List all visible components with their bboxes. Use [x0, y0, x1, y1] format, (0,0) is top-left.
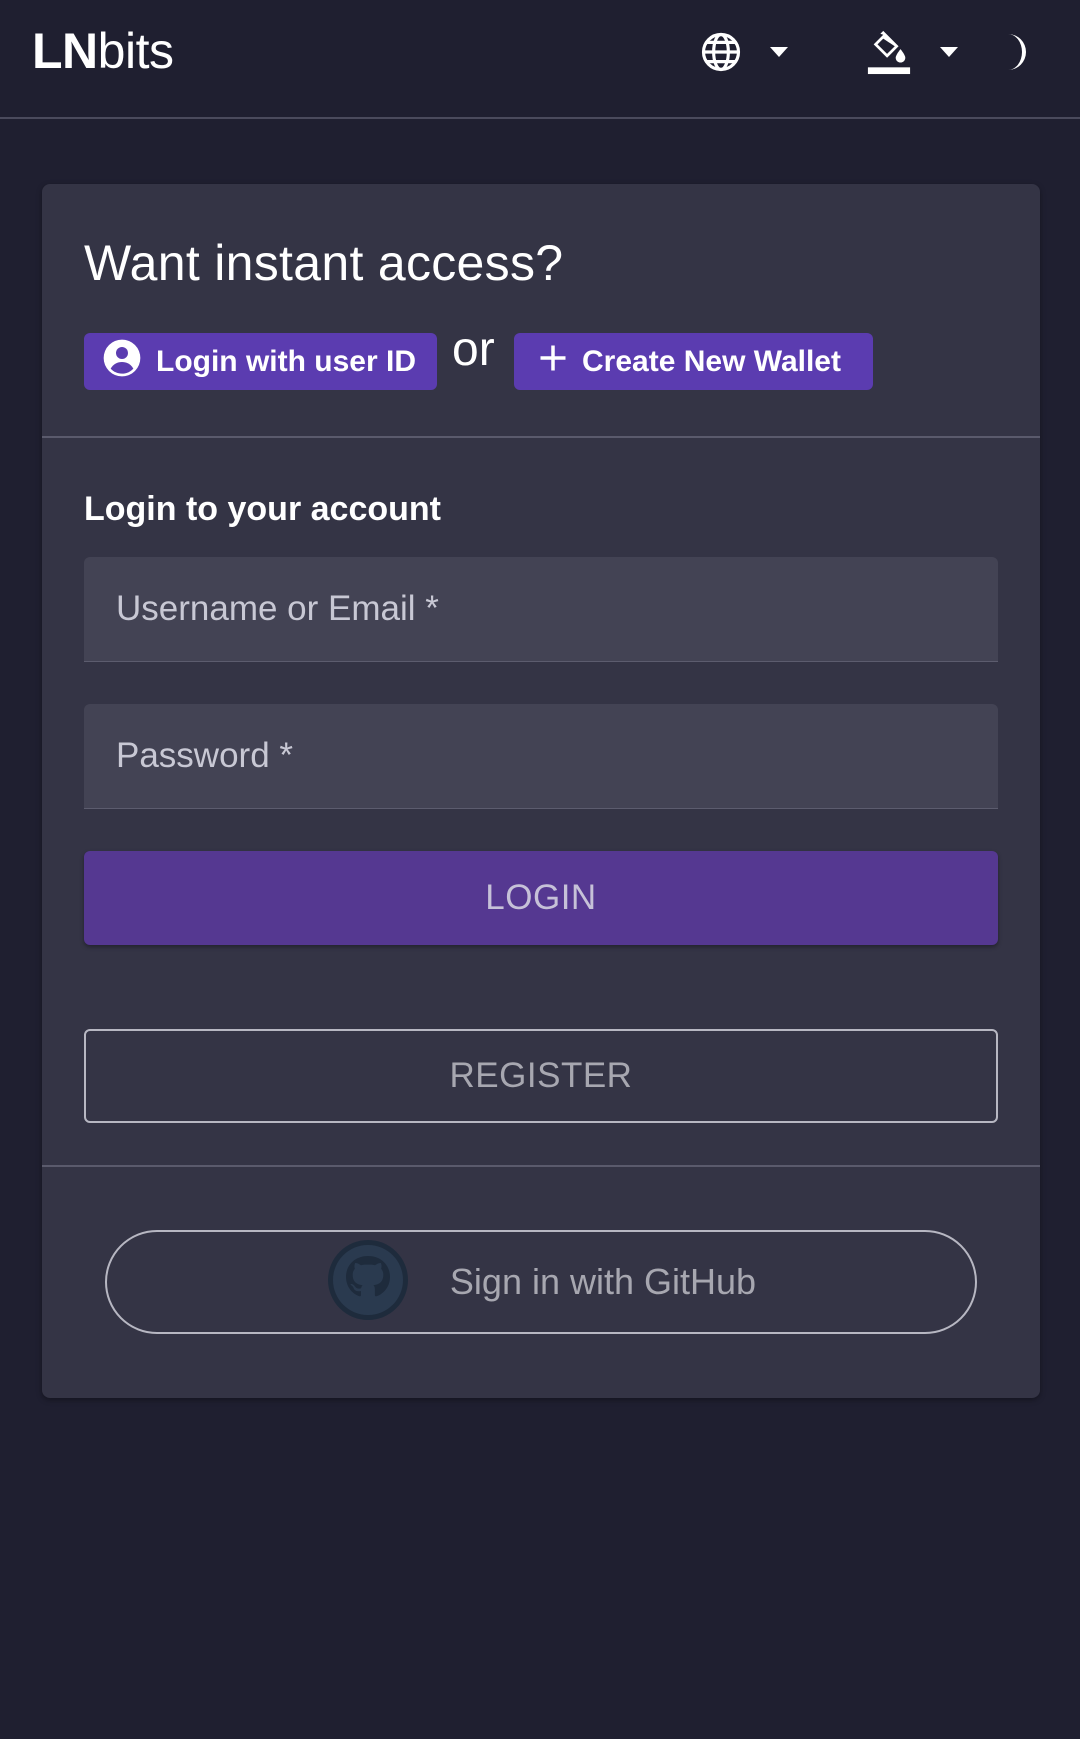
github-signin-label: Sign in with GitHub — [449, 1261, 757, 1302]
caret-down-icon — [938, 46, 960, 58]
username-field[interactable] — [84, 557, 998, 662]
caret-down-icon — [768, 46, 790, 58]
github-icon — [326, 1238, 410, 1327]
brand-logo-bold: LN — [32, 23, 98, 79]
instant-access-section: Want instant access? Login with user ID … — [42, 184, 1040, 438]
moon-icon — [1002, 32, 1032, 72]
login-button[interactable]: LOGIN — [84, 851, 998, 945]
login-form-section: Login to your account LOGIN REGISTER — [42, 440, 1040, 1167]
password-input[interactable] — [84, 704, 998, 808]
brand-logo[interactable]: LNbits — [32, 22, 174, 80]
register-button[interactable]: REGISTER — [84, 1029, 998, 1123]
globe-icon — [700, 31, 742, 73]
create-new-wallet-label: Create New Wallet — [582, 344, 841, 378]
instant-access-title: Want instant access? — [84, 235, 564, 291]
brand-logo-light: bits — [97, 23, 174, 79]
username-input[interactable] — [84, 557, 998, 661]
login-with-user-id-button[interactable]: Login with user ID — [84, 333, 437, 390]
plus-icon — [538, 343, 582, 381]
or-separator-text: or — [452, 323, 495, 376]
dark-mode-toggle[interactable] — [1002, 26, 1042, 78]
account-circle-icon — [102, 338, 156, 386]
login-form-title: Login to your account — [84, 490, 441, 528]
theme-color-button[interactable] — [866, 26, 976, 78]
login-with-user-id-label: Login with user ID — [156, 344, 416, 378]
github-signin-button[interactable]: Sign in with GitHub — [105, 1230, 977, 1334]
language-selector-button[interactable] — [700, 26, 810, 78]
create-new-wallet-button[interactable]: Create New Wallet — [514, 333, 873, 390]
login-card: Want instant access? Login with user ID … — [42, 184, 1040, 1398]
top-bar: LNbits — [0, 0, 1080, 119]
password-field[interactable] — [84, 704, 998, 809]
paint-bucket-icon — [866, 29, 912, 75]
